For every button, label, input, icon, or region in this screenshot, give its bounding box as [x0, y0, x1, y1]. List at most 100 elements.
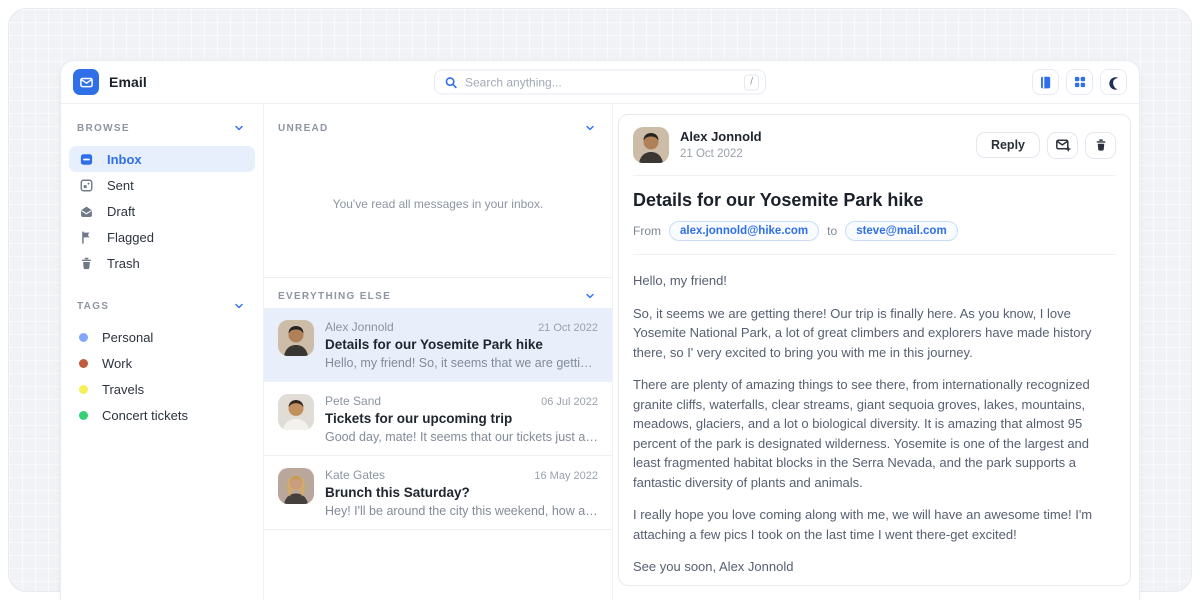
- mail-date: 06 Jul 2022: [541, 396, 598, 408]
- tag-label: Personal: [102, 330, 153, 345]
- tag-dot: [79, 359, 88, 368]
- mail-list: Alex Jonnold 21 Oct 2022 Details for our…: [264, 308, 612, 530]
- trash-icon: [1094, 138, 1108, 152]
- browse-label: BROWSE: [77, 123, 130, 134]
- delete-mail-button[interactable]: [1085, 132, 1116, 159]
- everything-else-section-toggle[interactable]: [582, 288, 598, 304]
- tag-label: Work: [102, 356, 132, 371]
- chevron-down-icon: [233, 300, 245, 312]
- tag-label: Travels: [102, 382, 144, 397]
- mail-preview: Hello, my friend! So, it seems that we a…: [325, 356, 598, 370]
- mail-date: 16 May 2022: [534, 470, 598, 482]
- tags-label: TAGS: [77, 301, 109, 312]
- from-label: From: [633, 224, 661, 238]
- envelope-plus-icon: [1055, 137, 1071, 153]
- mail-item-body: Alex Jonnold 21 Oct 2022 Details for our…: [325, 320, 598, 370]
- sidebar-item-label: Draft: [107, 204, 135, 219]
- chevron-down-icon: [233, 122, 245, 134]
- tags-section-toggle[interactable]: [231, 298, 247, 314]
- tags-section-header: TAGS: [69, 298, 255, 314]
- reply-button[interactable]: Reply: [976, 132, 1040, 158]
- sidebar-item-trash[interactable]: Trash: [69, 250, 255, 276]
- everything-else-section-header: EVERYTHING ELSE: [264, 278, 612, 308]
- email-meta-row: From alex.jonnold@hike.com to steve@mail…: [633, 221, 1116, 241]
- contacts-button[interactable]: [1032, 69, 1059, 95]
- trash-icon: [78, 256, 94, 271]
- sidebar-item-sent[interactable]: Sent: [69, 172, 255, 198]
- unread-section: UNREAD You've read all messages in your …: [264, 104, 612, 278]
- unread-label: UNREAD: [278, 123, 329, 134]
- mail-list-item-selected[interactable]: Alex Jonnold 21 Oct 2022 Details for our…: [264, 308, 612, 382]
- sidebar-item-label: Flagged: [107, 230, 154, 245]
- to-email-chip[interactable]: steve@mail.com: [845, 221, 957, 241]
- brand: Email: [73, 69, 147, 95]
- detail-sender-name: Alex Jonnold: [680, 129, 762, 145]
- mail-sender: Kate Gates: [325, 468, 385, 482]
- unread-section-toggle[interactable]: [582, 120, 598, 136]
- mail-sender: Pete Sand: [325, 394, 381, 408]
- body-paragraph: There are plenty of amazing things to se…: [633, 375, 1116, 492]
- detail-actions: Reply: [976, 132, 1116, 159]
- unread-section-header: UNREAD: [264, 104, 612, 136]
- tag-item-concert-tickets[interactable]: Concert tickets: [69, 402, 255, 428]
- desktop-background: Email /: [0, 0, 1200, 600]
- app-title: Email: [109, 74, 147, 90]
- detail-sender-info: Alex Jonnold 21 Oct 2022: [680, 129, 762, 162]
- sender-avatar: [278, 394, 314, 430]
- dark-mode-toggle[interactable]: [1100, 69, 1127, 95]
- sidebar-item-flagged[interactable]: Flagged: [69, 224, 255, 250]
- draft-icon: [78, 204, 94, 219]
- sent-icon: [78, 178, 94, 193]
- topbar-actions: [1032, 69, 1127, 95]
- apps-grid-button[interactable]: [1066, 69, 1093, 95]
- forward-mail-button[interactable]: [1047, 132, 1078, 159]
- sidebar-item-inbox[interactable]: Inbox: [69, 146, 255, 172]
- mail-item-body: Kate Gates 16 May 2022 Brunch this Satur…: [325, 468, 598, 518]
- mail-item-body: Pete Sand 06 Jul 2022 Tickets for our up…: [325, 394, 598, 444]
- email-app-window: Email /: [60, 60, 1140, 600]
- mail-sender: Alex Jonnold: [325, 320, 394, 334]
- email-body: Hello, my friend! So, it seems we are ge…: [633, 255, 1116, 586]
- sender-avatar: [278, 320, 314, 356]
- tag-item-work[interactable]: Work: [69, 350, 255, 376]
- sidebar-item-label: Sent: [107, 178, 134, 193]
- mail-preview: Hey! I'll be around the city this weeken…: [325, 504, 598, 518]
- folder-nav: Inbox Sent Draft: [69, 146, 255, 276]
- detail-date: 21 Oct 2022: [680, 147, 762, 161]
- everything-else-label: EVERYTHING ELSE: [278, 291, 391, 302]
- main-area: BROWSE Inbox: [61, 104, 1139, 600]
- grid-icon: [1073, 75, 1087, 89]
- sidebar-item-draft[interactable]: Draft: [69, 198, 255, 224]
- search-shortcut-key: /: [744, 74, 759, 90]
- chevron-down-icon: [584, 290, 596, 302]
- email-logo-icon: [73, 69, 99, 95]
- tag-label: Concert tickets: [102, 408, 188, 423]
- unread-empty-message: You've read all messages in your inbox.: [264, 136, 612, 277]
- body-paragraph: Hello, my friend!: [633, 271, 1116, 291]
- flag-icon: [78, 230, 94, 245]
- sender-avatar: [278, 468, 314, 504]
- detail-header: Alex Jonnold 21 Oct 2022 Reply: [633, 115, 1116, 176]
- from-email-chip[interactable]: alex.jonnold@hike.com: [669, 221, 819, 241]
- moon-icon: [1106, 75, 1121, 90]
- mail-list-item[interactable]: Kate Gates 16 May 2022 Brunch this Satur…: [264, 456, 612, 530]
- tag-item-personal[interactable]: Personal: [69, 324, 255, 350]
- mail-list-item[interactable]: Pete Sand 06 Jul 2022 Tickets for our up…: [264, 382, 612, 456]
- body-signoff: See you soon, Alex Jonnold: [633, 557, 1116, 577]
- sidebar-item-label: Inbox: [107, 152, 142, 167]
- mail-subject: Brunch this Saturday?: [325, 485, 598, 500]
- to-label: to: [827, 224, 837, 238]
- browse-section-toggle[interactable]: [231, 120, 247, 136]
- tag-dot: [79, 411, 88, 420]
- tag-item-travels[interactable]: Travels: [69, 376, 255, 402]
- tag-dot: [79, 333, 88, 342]
- top-bar: Email /: [61, 61, 1139, 104]
- mail-date: 21 Oct 2022: [538, 322, 598, 334]
- mail-subject: Details for our Yosemite Park hike: [325, 337, 598, 352]
- sidebar-item-label: Trash: [107, 256, 140, 271]
- sidebar: BROWSE Inbox: [61, 104, 264, 600]
- book-icon: [1038, 75, 1053, 90]
- search-bar[interactable]: /: [434, 70, 766, 95]
- search-input[interactable]: [465, 75, 737, 89]
- body-paragraph: I really hope you love coming along with…: [633, 505, 1116, 544]
